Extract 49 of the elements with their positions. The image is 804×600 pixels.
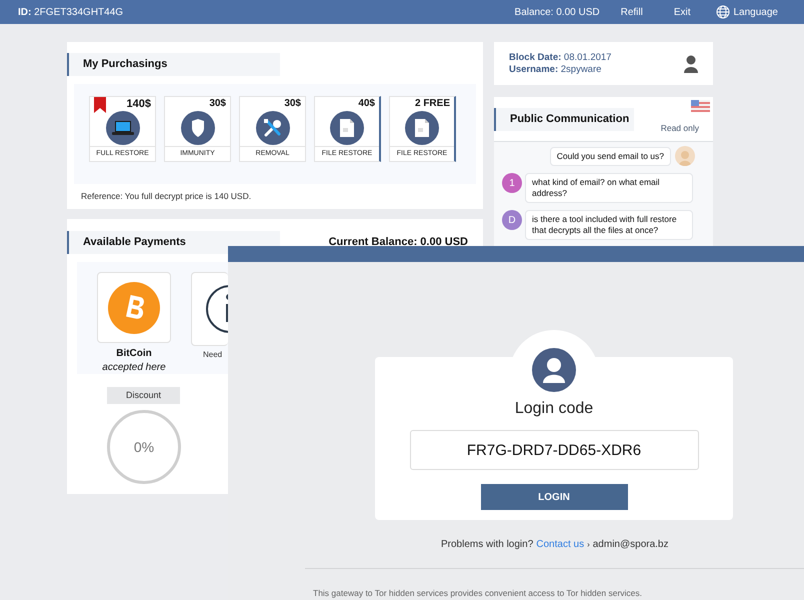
flag-icon [691, 100, 710, 112]
payment-name: BitCoin [116, 347, 152, 361]
message-bubble: is there a tool included with full restore that decrypts all the files at once? [525, 210, 693, 240]
price-text: 140$ [126, 97, 152, 111]
price-text: 30$ [284, 97, 302, 111]
message-bubble: what kind of email? on what email address? [525, 173, 693, 203]
price-text: 40$ [358, 97, 376, 111]
problems-text: Problems with login? [441, 538, 534, 552]
payment-tile[interactable] [97, 272, 171, 343]
block-date-text: Block Date: 08.01.2017 [509, 52, 612, 64]
info-icon [205, 284, 228, 334]
shield-icon [190, 119, 204, 137]
avatar: D [502, 210, 522, 230]
payment-tile[interactable] [191, 272, 228, 346]
message-bubble: Could you send email to us? [550, 146, 671, 166]
exit-link[interactable]: Exit [674, 4, 690, 20]
price-text: 2 FREE [414, 97, 451, 111]
section-header: Available Payments [67, 231, 280, 254]
avatar: 1 [502, 173, 522, 193]
payment-note: accepted here [102, 361, 166, 374]
login-title: Login code [514, 399, 594, 419]
balance-text: Balance: 0.00 USD [514, 6, 600, 20]
avatar-icon [532, 348, 576, 392]
discount-label: Discount [107, 387, 180, 404]
reference-text: Reference: You full decrypt price is 140 USD. [81, 190, 252, 203]
section-header: Public Communication [494, 108, 634, 131]
user-icon [684, 54, 698, 72]
refill-link[interactable]: Refill [620, 4, 643, 20]
tools-icon [262, 118, 282, 138]
discount-value: 0% [134, 438, 154, 456]
globe-icon [716, 5, 730, 19]
language-link[interactable]: Language [734, 4, 778, 20]
login-code-field[interactable]: FR7G-DRD7-DD65-XDR6 [410, 430, 698, 470]
login-button[interactable]: LOGIN [480, 484, 628, 510]
bitcoin-icon [108, 282, 160, 334]
id-text: ID: 2FGET334GHT44G [18, 6, 124, 20]
separator-text: › [587, 538, 590, 550]
current-balance-text: Current Balance: 0.00 USD [328, 235, 468, 250]
section-header: My Purchasings [67, 53, 280, 76]
file-icon [340, 119, 354, 137]
read-only-text: Read only [660, 122, 699, 135]
file-icon [415, 119, 429, 137]
username-text: Username: 2spyware [509, 64, 602, 76]
laptop-icon [112, 120, 134, 136]
footer-text: This gateway to Tor hidden services provides convenient access to Tor hidden services. [313, 587, 643, 600]
price-text: 30$ [209, 97, 227, 111]
payment-note: Need [202, 349, 222, 361]
avatar [675, 146, 695, 166]
email-text: admin@spora.bz [592, 538, 668, 552]
